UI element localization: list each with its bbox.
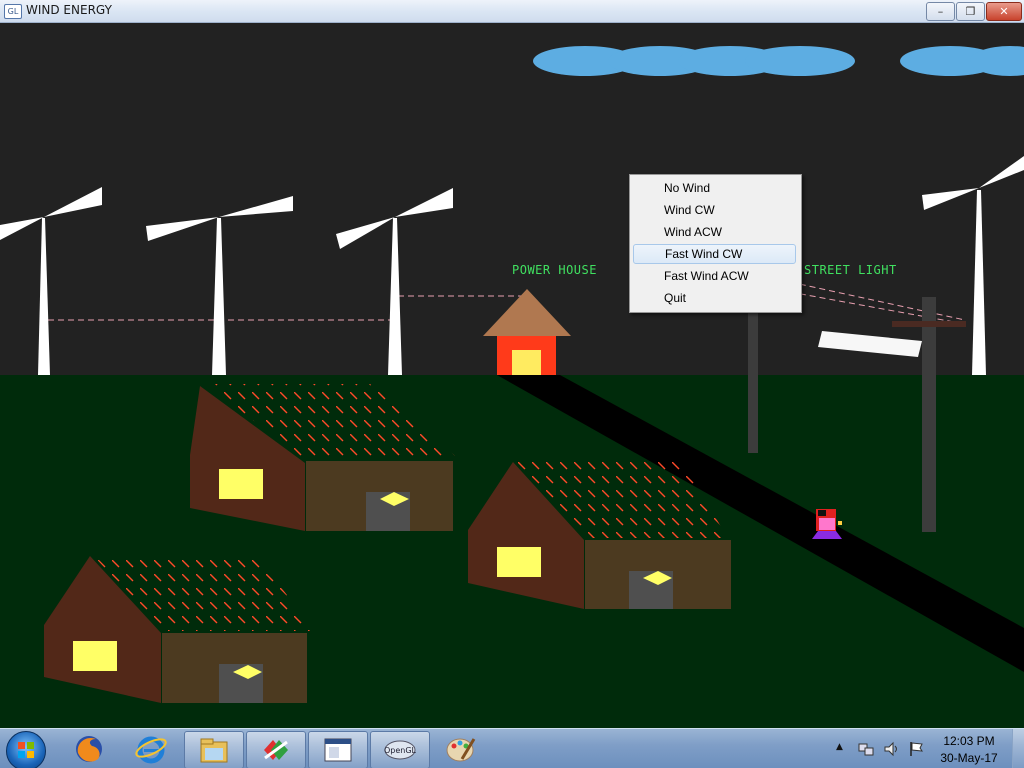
app-icon: GL <box>4 4 22 19</box>
power-house-label: POWER HOUSE <box>512 263 597 277</box>
start-button[interactable] <box>6 731 46 768</box>
clock-time[interactable]: 12:03 PM <box>936 734 1002 748</box>
menu-item-wind-cw[interactable]: Wind CW <box>633 200 796 220</box>
show-hidden-icons-button[interactable]: ▲ <box>836 742 848 754</box>
menu-item-fast-wind-cw[interactable]: Fast Wind CW <box>633 244 796 264</box>
opengl-app-button[interactable]: OpenGL <box>370 731 430 768</box>
paint-icon[interactable] <box>444 733 478 765</box>
house <box>468 460 731 609</box>
context-menu: No Wind Wind CW Wind ACW Fast Wind CW Fa… <box>629 174 802 313</box>
show-hidden-icons-icon: ▲ <box>836 742 843 752</box>
app-button[interactable] <box>246 731 306 768</box>
opengl-icon: OpenGL <box>384 740 417 760</box>
minimize-button[interactable]: – <box>926 2 955 21</box>
window-app-button[interactable] <box>308 731 368 768</box>
menu-item-fast-wind-acw[interactable]: Fast Wind ACW <box>633 266 796 286</box>
street-light-pole <box>748 311 758 453</box>
street-light-label: STREET LIGHT <box>804 263 897 277</box>
file-explorer-icon <box>200 738 228 763</box>
action-center-flag-icon[interactable] <box>908 741 924 757</box>
close-button[interactable]: ✕ <box>986 2 1022 21</box>
menu-item-quit[interactable]: Quit <box>633 288 796 308</box>
wind-energy-scene[interactable] <box>0 23 1024 728</box>
network-icon[interactable] <box>858 741 874 757</box>
file-explorer-button[interactable] <box>184 731 244 768</box>
clouds <box>533 46 1024 76</box>
clock-date[interactable]: 30-May-17 <box>936 751 1002 765</box>
svg-text:OpenGL: OpenGL <box>384 746 417 755</box>
maximize-button[interactable]: ❐ <box>956 2 985 21</box>
app-icon <box>264 740 288 760</box>
menu-item-wind-acw[interactable]: Wind ACW <box>633 222 796 242</box>
volume-icon[interactable] <box>884 741 900 757</box>
window-title: WIND ENERGY <box>26 3 112 17</box>
internet-explorer-icon[interactable] <box>134 733 168 765</box>
show-desktop-button[interactable] <box>1012 729 1024 768</box>
taskbar: OpenGL ▲ 12:03 PM 30-May-17 <box>0 728 1024 768</box>
restore-icon: ❐ <box>965 5 976 18</box>
menu-item-no-wind[interactable]: No Wind <box>633 178 796 198</box>
windows-start-icon <box>18 742 34 758</box>
minimize-icon: – <box>937 5 944 18</box>
window-titlebar[interactable]: GL WIND ENERGY – ❐ ✕ <box>0 0 1024 23</box>
firefox-icon[interactable] <box>72 733 106 765</box>
window-app-icon <box>324 738 352 762</box>
close-icon: ✕ <box>999 5 1009 18</box>
